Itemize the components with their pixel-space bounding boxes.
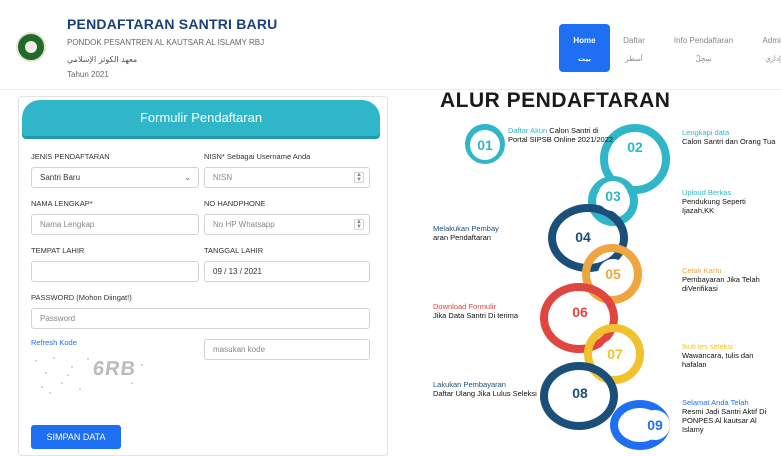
step-rest-09: Resmi Jadi Santri Aktif Di PONPES Al kau…	[682, 407, 767, 434]
stepper-icon[interactable]: ▲ ▼	[354, 172, 364, 183]
step-text-08: Lakukan Pembayaran Daftar Ulang Jika Lul…	[433, 380, 541, 398]
nav-admin-label: Admir	[762, 36, 781, 45]
step-accent-08: Lakukan Pembayaran	[433, 380, 506, 389]
nisn-input[interactable]: NISN ▲ ▼	[204, 167, 370, 188]
step-accent-02: Lengkapi data	[682, 128, 730, 137]
step-number-04: 04	[568, 222, 598, 252]
tgl-input[interactable]: 09 / 13 / 2021	[204, 261, 370, 282]
step-number-09: 09	[640, 410, 670, 440]
hp-label: NO HANDPHONE	[204, 199, 266, 208]
step-rest-02: Calon Santri dan Orang Tua	[682, 137, 776, 146]
brand-year: Tahun 2021	[67, 70, 109, 79]
nav-info-arabic: سِجِلّ	[695, 55, 712, 63]
step-rest-06: Jika Data Santri Di terima	[433, 311, 519, 320]
step-number-01: 01	[470, 130, 500, 160]
step-text-03: Uploud Berkas Pendukung Seperti Ijazah,K…	[682, 188, 777, 215]
hp-input[interactable]: No HP Whatsapp ▲ ▼	[204, 214, 370, 235]
nav-home-label: Home	[573, 36, 596, 45]
nav-daftar-arabic: أسطر	[625, 55, 643, 63]
refresh-captcha-link[interactable]: Refresh Kode	[31, 338, 77, 347]
main-nav: Home بيت Daftar أسطر Info Pendaftaran سِ…	[559, 24, 781, 74]
step-text-02: Lengkapi data Calon Santri dan Orang Tua	[682, 128, 777, 146]
step-accent-05: Cetak Kartu	[682, 266, 722, 275]
pesantren-logo	[16, 32, 46, 62]
captcha-text: 6RB	[91, 358, 138, 380]
step-rest-07: Wawancara, tulis dan hafalan	[682, 351, 754, 369]
captcha-input[interactable]: masukan kode	[204, 339, 370, 360]
step-number-05: 05	[598, 259, 628, 289]
step-rest-03: Pendukung Seperti Ijazah,KK	[682, 197, 746, 215]
nav-admin-arabic: إداري	[765, 55, 781, 63]
password-placeholder: Password	[40, 314, 76, 323]
form-heading: Formulir Pendaftaran	[22, 100, 380, 136]
step-accent-09: Selamat Anda Telah	[682, 398, 749, 407]
captcha-placeholder: masukan kode	[213, 345, 266, 354]
step-text-05: Cetak Kartu Pembayaran Jika Telah diVeri…	[682, 266, 777, 293]
step-accent-07: Ikuti tes seleksi	[682, 342, 733, 351]
step-accent-04: Melakukan Pembay	[433, 224, 499, 233]
nav-info-pendaftaran[interactable]: Info Pendaftaran سِجِلّ	[666, 24, 741, 72]
hp-placeholder: No HP Whatsapp	[213, 220, 275, 229]
step-number-06: 06	[565, 297, 595, 327]
nav-home[interactable]: Home بيت	[559, 24, 610, 72]
nama-placeholder: Nama Lengkap	[40, 220, 95, 229]
stepper-icon[interactable]: ▲ ▼	[354, 219, 364, 230]
nisn-label: NISN* Sebagai Username Anda	[204, 152, 311, 161]
step-text-07: Ikuti tes seleksi Wawancara, tulis dan h…	[682, 342, 777, 369]
step-number-02: 02	[620, 132, 650, 162]
nav-admin[interactable]: Admir إداري	[753, 24, 781, 72]
nama-label: NAMA LENGKAP*	[31, 199, 93, 208]
tempat-input[interactable]	[31, 261, 199, 282]
step-accent-06: Download Formulir	[433, 302, 496, 311]
nama-input[interactable]: Nama Lengkap	[31, 214, 199, 235]
site-header: PENDAFTARAN SANTRI BARU PONDOK PESANTREN…	[0, 0, 781, 90]
step-rest-05: Pembayaran Jika Telah diVerifikasi	[682, 275, 760, 293]
jenis-value: Santri Baru	[40, 173, 81, 182]
step-number-03: 03	[598, 181, 628, 211]
step-text-06: Download Formulir Jika Data Santri Di te…	[433, 302, 538, 320]
step-accent-01: Daftar Akun	[508, 126, 548, 135]
alur-title: ALUR PENDAFTARAN	[440, 89, 671, 112]
jenis-label: JENIS PENDAFTARAN	[31, 152, 110, 161]
tempat-label: TEMPAT LAHIR	[31, 246, 85, 255]
step-text-04: Melakukan Pembay aran Pendaftaran	[433, 224, 538, 242]
nav-info-label: Info Pendaftaran	[673, 36, 734, 45]
submit-button[interactable]: SIMPAN DATA	[31, 425, 121, 449]
registration-form-card: Formulir Pendaftaran JENIS PENDAFTARAN S…	[18, 96, 388, 456]
step-accent-03: Uploud Berkas	[682, 188, 732, 197]
nav-home-arabic: بيت	[578, 55, 591, 63]
jenis-select[interactable]: Santri Baru ⌄	[31, 167, 199, 188]
step-text-01: Daftar Akun Calon Santri di Portal SIPSB…	[508, 126, 616, 144]
nav-daftar[interactable]: Daftar أسطر	[619, 24, 649, 72]
step-text-09: Selamat Anda Telah Resmi Jadi Santri Akt…	[682, 398, 780, 434]
tgl-label: TANGGAL LAHIR	[204, 246, 264, 255]
nisn-placeholder: NISN	[213, 173, 233, 182]
brand-title: PENDAFTARAN SANTRI BARU	[67, 16, 278, 32]
step-number-07: 07	[600, 339, 630, 369]
step-number-08: 08	[565, 378, 595, 408]
tgl-value: 09 / 13 / 2021	[213, 267, 262, 276]
password-label: PASSWORD (Mohon Diingat!)	[31, 293, 132, 302]
step-rest-04: aran Pendaftaran	[433, 233, 491, 242]
nav-daftar-label: Daftar	[623, 36, 645, 45]
chevron-down-icon: ⌄	[184, 173, 191, 182]
captcha-image: 6RB	[31, 352, 151, 397]
brand-subtitle: PONDOK PESANTREN AL KAUTSAR AL ISLAMY RB…	[67, 38, 265, 47]
password-input[interactable]: Password	[31, 308, 370, 329]
brand-arabic: معهد الكوثر الإسلامي	[67, 55, 138, 64]
step-rest-08: Daftar Ulang Jika Lulus Seleksi	[433, 389, 537, 398]
